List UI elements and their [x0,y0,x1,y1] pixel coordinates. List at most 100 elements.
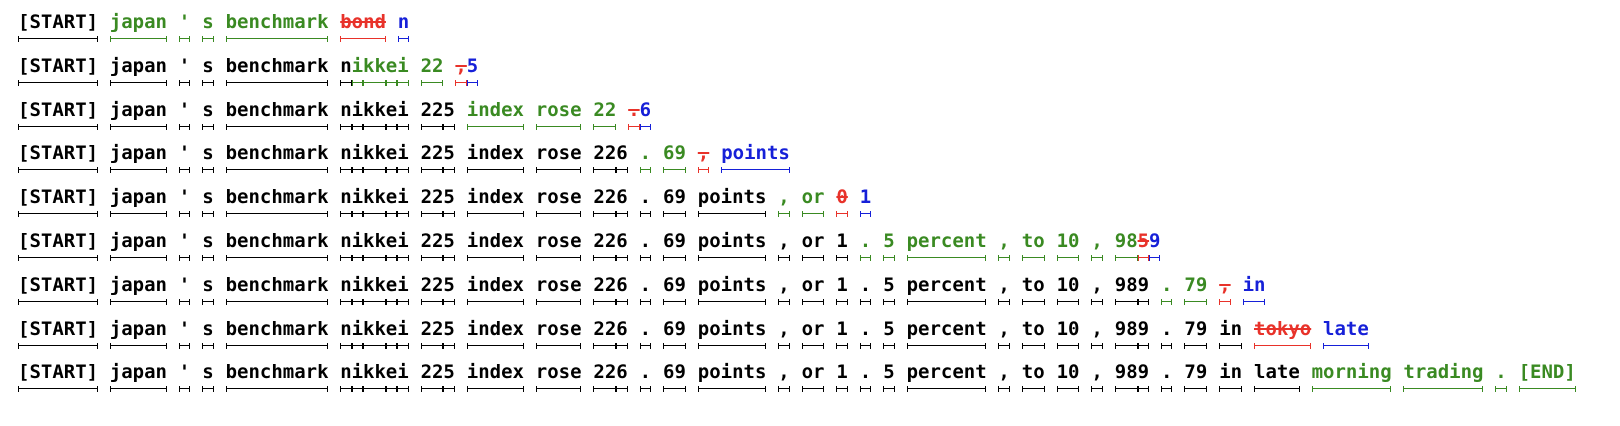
token: i [351,142,364,165]
token-underline-bracket [351,211,363,218]
token-underline-bracket [385,167,398,174]
token-underline-bracket [998,298,1010,305]
token: s [202,273,214,296]
token-underline-bracket [1137,255,1149,261]
token: benchmark [225,54,329,77]
token-underline-bracket [1091,298,1103,305]
token-underline-bracket [202,211,214,218]
token: i [397,361,409,384]
token-underline-bracket [593,342,617,349]
token: 69 [663,317,686,340]
token-underline-bracket [455,79,467,86]
token-underline-bracket [616,342,628,349]
token-underline-bracket [1219,298,1231,305]
token: benchmark [225,361,329,384]
token: japan [109,186,167,209]
token: late [1254,361,1300,384]
token: benchmark [225,11,329,33]
token-underline-bracket [859,298,872,305]
token: index [466,273,524,296]
token: [END] [1518,361,1576,384]
token-underline-bracket [1137,298,1149,305]
token-row: [START] japan ' s benchmark n i kk e i 22 5 index ros… [18,273,1618,313]
token-underline-bracket [420,255,444,261]
token: 79 [1184,273,1208,296]
token: percent [906,273,987,296]
token: 22 [420,186,444,209]
token: benchmark [225,186,329,209]
token-underline-bracket [836,211,848,218]
token-underline-bracket [535,342,582,349]
token: i [397,317,409,340]
token: . [1161,273,1173,296]
token-underline-bracket [639,123,651,130]
token: japan [109,273,167,296]
token: ' [178,273,191,296]
token: 5 [466,54,479,77]
token: 6 [639,98,652,121]
token-underline-bracket [178,211,191,218]
token-underline-bracket [1161,298,1173,305]
token: 69 [663,273,686,296]
token: i [351,273,364,296]
token: 98 [1114,361,1138,384]
token: ' [178,142,191,165]
token: kk [363,186,386,209]
token-underline-bracket [18,79,98,86]
token-underline-bracket [1021,342,1045,349]
token-underline-bracket [178,298,191,305]
token-underline-bracket [836,255,848,261]
token: i [397,186,409,209]
token-underline-bracket [109,36,167,42]
token: , [1091,273,1103,296]
token-underline-bracket [639,298,651,305]
token: [START] [18,230,99,252]
token: morning [1311,361,1392,384]
token: 69 [663,142,686,165]
token: i [351,54,364,77]
token-underline-bracket [420,386,444,393]
token: japan [109,54,167,77]
token: rose [535,98,582,121]
token: japan [109,98,167,121]
token: 9 [1137,361,1150,384]
token: percent [906,230,987,252]
token-underline-bracket [363,123,386,130]
token: ' [178,98,191,121]
token: ' [178,186,191,209]
token-underline-bracket [859,342,872,349]
token: [START] [18,54,99,77]
token: [START] [18,11,99,33]
token-underline-bracket [778,386,790,393]
token-underline-bracket [1518,386,1576,393]
token: rose [535,142,582,165]
token-underline-bracket [628,123,640,130]
token-underline-bracket [1254,386,1300,393]
token: , [1219,273,1231,296]
token-underline-bracket [397,79,409,86]
token: [START] [18,98,99,121]
token: rose [535,186,582,209]
token: 5 [1137,230,1150,252]
token-underline-bracket [663,167,686,174]
token-row: [START] japan ' s benchmark n i kk e i 22 5 index ros… [18,229,1618,269]
token-underline-bracket [340,211,352,218]
token: 1 [836,317,848,340]
token-underline-bracket [883,386,895,393]
token: . [639,186,652,209]
token-underline-bracket [883,298,895,305]
token: kk [363,273,386,296]
token: kk [363,142,386,165]
token-underline-bracket [1056,342,1080,349]
token: kk [363,361,386,384]
token: i [397,98,409,121]
token-underline-bracket [420,79,444,86]
token: 5 [883,317,895,340]
token-underline-bracket [363,386,386,393]
token-underline-bracket [385,386,398,393]
token-underline-bracket [1219,386,1242,393]
token: ' [178,11,191,33]
token-underline-bracket [697,255,767,261]
token-underline-bracket [178,386,191,393]
token: benchmark [225,317,329,340]
